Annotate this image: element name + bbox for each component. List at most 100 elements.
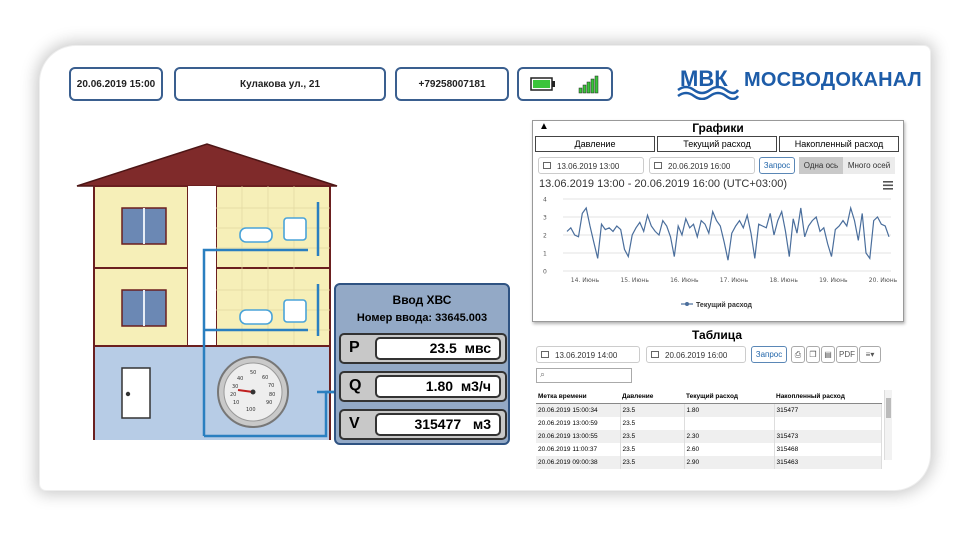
gauge-tick-80: 80 — [269, 392, 275, 398]
flow-value: 1.80 — [425, 378, 454, 394]
calendar-icon — [543, 162, 551, 169]
flow-chart: 13.06.2019 13:00 - 20.06.2019 16:00 (UTC… — [539, 178, 898, 309]
table-query-button[interactable]: Запрос — [751, 346, 787, 363]
volume-value: 315477 — [414, 416, 462, 432]
flow-unit: м3/ч — [460, 378, 491, 394]
house-illustration: 40 50 60 30 70 20 80 10 90 100 — [76, 143, 342, 440]
cell-accumulated: 315468 — [774, 443, 882, 456]
column-header[interactable]: Метка времени — [536, 390, 620, 404]
volume-unit: м3 — [472, 416, 491, 432]
input-title: Ввод ХВС — [392, 293, 452, 307]
cell-flow: 2.90 — [684, 456, 775, 469]
column-header[interactable]: Накопленный расход — [774, 390, 882, 404]
cell-flow: 2.60 — [684, 443, 775, 456]
series-line — [566, 205, 890, 261]
chart-date-to-text: 20.06.2019 16:00 — [668, 162, 731, 171]
dashboard-frame: 20.06.2019 15:00 Кулакова ул., 21 +79258… — [40, 46, 930, 490]
table-row[interactable]: 20.06.2019 11:00:37 23.5 2.60 315468 — [536, 443, 882, 456]
x-tick-label: 14. Июнь — [571, 277, 600, 284]
print-icon[interactable]: ⎙ — [791, 346, 805, 363]
pdf-button[interactable]: PDF — [836, 346, 858, 363]
table-panel: Таблица 13.06.2019 14:00 20.06.2019 16:0… — [532, 328, 902, 490]
tab-current-flow[interactable]: Текущий расход — [657, 136, 777, 152]
manometer-icon: 40 50 60 30 70 20 80 10 90 100 — [217, 356, 289, 428]
x-tick-label: 18. Июнь — [769, 277, 798, 284]
chart-date-from-text: 13.06.2019 13:00 — [557, 162, 620, 171]
y-tick-label: 1 — [543, 251, 547, 258]
flow-value-box: 1.80 м3/ч — [375, 375, 501, 398]
pressure-value-box: 23.5 мвс — [375, 337, 501, 360]
y-tick-label: 2 — [543, 233, 547, 240]
logo-mark-text: МВК — [680, 66, 728, 91]
legend-label: Текущий расход — [696, 301, 753, 309]
cell-flow: 1.80 — [684, 403, 775, 417]
table-row[interactable]: 20.06.2019 15:00:34 23.5 1.80 315477 — [536, 403, 882, 417]
y-tick-label: 0 — [543, 269, 547, 276]
cell-accumulated: 315477 — [774, 403, 882, 417]
table-row[interactable]: 20.06.2019 13:00:55 23.5 2.30 315473 — [536, 430, 882, 443]
y-tick-label: 4 — [543, 197, 547, 204]
cell-time: 20.06.2019 15:00:34 — [536, 403, 621, 417]
input-number: Номер ввода: 33645.003 — [336, 312, 508, 324]
calendar-icon — [541, 351, 549, 358]
input-number-value: 33645.003 — [435, 312, 488, 324]
pressure-label: P — [349, 339, 360, 356]
chart-legend[interactable]: Текущий расход — [681, 301, 753, 309]
cell-pressure: 23.5 — [620, 443, 685, 456]
search-icon: ⌕ — [540, 369, 546, 379]
table-row[interactable]: 20.06.2019 13:00:59 23.5 — [536, 417, 882, 430]
table-date-to[interactable]: 20.06.2019 16:00 — [646, 346, 746, 363]
table-search-input[interactable]: ⌕ — [536, 368, 632, 383]
x-tick-label: 16. Июнь — [670, 277, 699, 284]
columns-dropdown-icon[interactable]: ≡▾ — [859, 346, 881, 363]
table-title: Таблица — [691, 328, 742, 342]
cell-pressure: 23.5 — [620, 430, 685, 443]
tab-pressure[interactable]: Давление — [535, 136, 655, 152]
chart-menu-icon[interactable] — [883, 181, 893, 190]
cell-pressure: 23.5 — [620, 456, 685, 469]
pressure-row: P 23.5 мвс — [339, 333, 507, 364]
multi-axis-toggle[interactable]: Много осей — [843, 157, 895, 174]
mvk-logo-mark: МВК — [677, 66, 740, 100]
address-text: Кулакова ул., 21 — [239, 78, 321, 90]
battery-icon — [530, 77, 555, 91]
table-scrollbar[interactable] — [884, 390, 892, 460]
column-header[interactable]: Текущий расход — [684, 390, 774, 404]
column-header[interactable]: Давление — [620, 390, 684, 404]
volume-value-box: 315477 м3 — [375, 413, 501, 436]
table-row[interactable]: 20.06.2019 09:00:38 23.5 2.90 315463 — [536, 456, 882, 469]
cell-time: 20.06.2019 09:00:38 — [536, 456, 621, 469]
table-date-from[interactable]: 13.06.2019 14:00 — [536, 346, 640, 363]
status-box — [517, 67, 613, 101]
single-axis-toggle[interactable]: Одна ось — [799, 157, 843, 174]
cell-pressure: 23.5 — [620, 417, 685, 430]
scrollbar-thumb[interactable] — [886, 398, 891, 418]
cell-flow: 2.30 — [684, 430, 775, 443]
input-number-label: Номер ввода: — [356, 312, 433, 324]
x-tick-label: 15. Июнь — [620, 277, 649, 284]
gauge-tick-50: 50 — [250, 370, 256, 376]
cell-pressure: 23.5 — [620, 403, 685, 417]
cell-time: 20.06.2019 13:00:55 — [536, 430, 621, 443]
copy-icon[interactable]: ❐ — [806, 346, 820, 363]
gauge-tick-100: 100 — [246, 407, 256, 413]
cell-flow — [684, 417, 775, 430]
address-box: Кулакова ул., 21 — [174, 67, 386, 101]
datetime-text: 20.06.2019 15:00 — [76, 78, 156, 90]
gauge-tick-90: 90 — [266, 400, 272, 406]
charts-panel: ▲ Графики Давление Текущий расход Накопл… — [532, 120, 904, 322]
y-tick-label: 3 — [543, 215, 547, 222]
x-tick-label: 19. Июнь — [819, 277, 848, 284]
x-tick-label: 17. Июнь — [720, 277, 749, 284]
gauge-tick-20: 20 — [230, 392, 236, 398]
cell-accumulated: 315473 — [774, 430, 882, 443]
gauge-tick-60: 60 — [262, 375, 268, 381]
chart-date-to[interactable]: 20.06.2019 16:00 — [649, 157, 755, 174]
gauge-tick-30: 30 — [232, 384, 238, 390]
chart-query-button[interactable]: Запрос — [759, 157, 795, 174]
x-tick-label: 20. Июнь — [869, 277, 898, 284]
excel-icon[interactable]: ▤ — [821, 346, 835, 363]
tab-accumulated-flow[interactable]: Накопленный расход — [779, 136, 899, 152]
volume-label: V — [349, 415, 360, 432]
chart-date-from[interactable]: 13.06.2019 13:00 — [538, 157, 644, 174]
